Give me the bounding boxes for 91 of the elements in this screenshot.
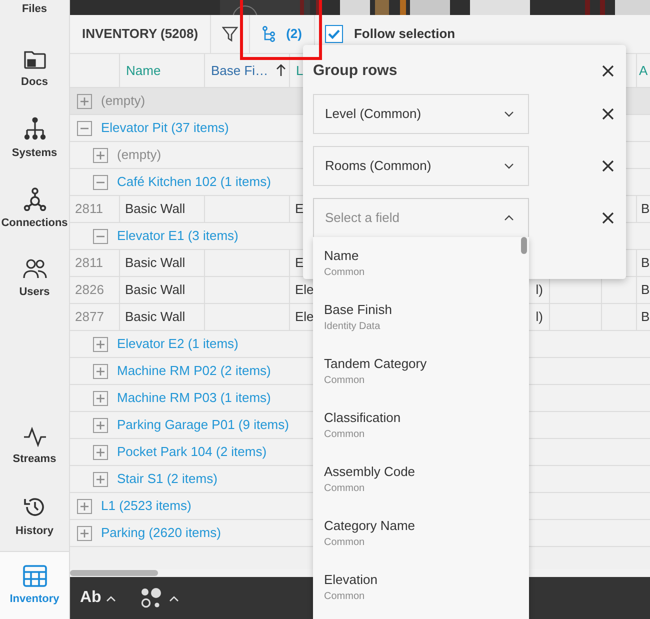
table-cell-text: E [295,200,304,218]
expand-icon[interactable] [93,418,108,432]
sort-arrow-icon[interactable] [276,64,286,77]
dropdown-option[interactable]: Assembly Code Common [313,457,529,511]
group-label[interactable]: (empty) [101,91,146,111]
sidebar-item[interactable]: Connections [0,173,69,243]
group-label[interactable]: Parking Garage P01 (9 items) [117,415,289,435]
expand-icon[interactable] [77,498,92,514]
table-cell-text: Basic Wall [125,281,186,300]
dropdown-option[interactable]: Classification Common [313,403,529,457]
sidebar-item[interactable]: Streams [0,411,69,481]
table-icon [22,565,46,587]
expand-icon[interactable] [93,444,108,460]
table-cell-text: Basic Wall [125,254,186,272]
checkbox[interactable] [324,25,343,43]
dropdown-option[interactable]: Category Name Common [313,511,529,565]
scrollbar-thumb[interactable] [70,570,158,576]
group-label[interactable]: Pocket Park 104 (2 items) [117,442,267,462]
table-cell-text: Ele [295,281,314,300]
scrollbar-thumb[interactable] [521,237,527,254]
row-number: 2826 [75,281,104,300]
checkbox-label: Follow selection [354,25,456,44]
text-style-button[interactable]: Ab [80,586,116,610]
table-cell-text: Basic Wall [125,308,186,326]
group-label[interactable]: Elevator Pit (37 items) [101,118,229,138]
expand-icon[interactable] [93,148,108,162]
table-cell-text: l) [536,281,544,300]
table-cell-text: B [641,254,650,272]
table-cell-text: Ele [295,308,314,326]
pulse-icon [22,426,46,446]
group-label[interactable]: Stair S1 (2 items) [117,469,218,489]
collapse-icon[interactable] [93,228,108,244]
sidebar-item[interactable]: Inventory [0,551,69,619]
filter-icon [222,26,238,42]
expand-icon[interactable] [77,526,92,540]
hierarchy-icon [262,26,276,42]
sidebar-item[interactable]: Users [0,243,69,313]
chevron-icon [504,215,514,221]
expand-icon[interactable] [93,472,108,486]
table-cell-text: l) [536,308,544,326]
close-icon[interactable] [602,65,614,77]
column-header[interactable]: Name [120,54,205,87]
dropdown-option[interactable]: Name Common [313,241,529,295]
collapse-icon[interactable] [93,174,108,190]
panel-heading: Group rows [313,60,398,81]
dropdown-option[interactable]: Tandem Category Common [313,349,529,403]
table-cell-text: E [295,254,304,272]
collapse-icon[interactable] [77,120,92,136]
select-field[interactable]: Level (Common) [313,94,529,134]
group-label[interactable]: Elevator E2 (1 items) [117,334,238,354]
expand-icon[interactable] [93,364,108,378]
chevron-icon [504,111,514,117]
row-number: 2811 [75,254,103,272]
select-field[interactable]: Rooms (Common) [313,146,529,186]
caret-icon [169,594,180,602]
table-cell-text: B [641,308,650,326]
group-label[interactable]: Machine RM P02 (2 items) [117,361,271,381]
remove-icon[interactable] [602,160,614,172]
expand-icon[interactable] [93,390,108,406]
panel-title: INVENTORY (5208) [81,25,200,44]
chevron-icon [504,163,514,169]
table-cell-text: Basic Wall [125,200,186,218]
column-header[interactable]: A [637,54,650,87]
group-label[interactable]: L1 (2523 items) [101,496,192,516]
group-rows-button[interactable]: (2) [250,15,314,53]
table-cell-text: B [641,200,650,218]
remove-icon[interactable] [602,108,614,120]
expand-icon[interactable] [77,94,92,108]
dropdown-option[interactable]: Base Finish Identity Data [313,295,529,349]
sidebar-item[interactable]: Docs [0,33,69,103]
select-field[interactable]: Select a field [313,198,529,238]
remove-icon[interactable] [602,212,614,224]
users-icon [22,258,46,280]
sidebar-item[interactable]: Files [0,0,69,33]
row-number: 2811 [75,200,103,218]
group-label[interactable]: (empty) [117,145,162,165]
sidebar-item[interactable]: History [0,481,69,551]
column-header[interactable]: Base Fi… [205,54,290,87]
group-label[interactable]: Elevator E1 (3 items) [117,226,238,246]
network-icon [22,186,46,210]
group-label[interactable]: Machine RM P03 (1 items) [117,388,271,408]
sidebar-item[interactable]: Systems [0,103,69,173]
group-label[interactable]: Parking (2620 items) [101,523,221,543]
caret-icon [106,594,116,602]
hierarchy-icon [22,116,46,140]
table-cell-text: B [641,281,650,300]
row-number: 2877 [75,308,104,326]
group-label[interactable]: Café Kitchen 102 (1 items) [117,172,271,192]
points-button[interactable] [140,587,180,609]
expand-icon[interactable] [93,336,108,352]
dropdown-option[interactable]: Elevation Common [313,565,529,619]
